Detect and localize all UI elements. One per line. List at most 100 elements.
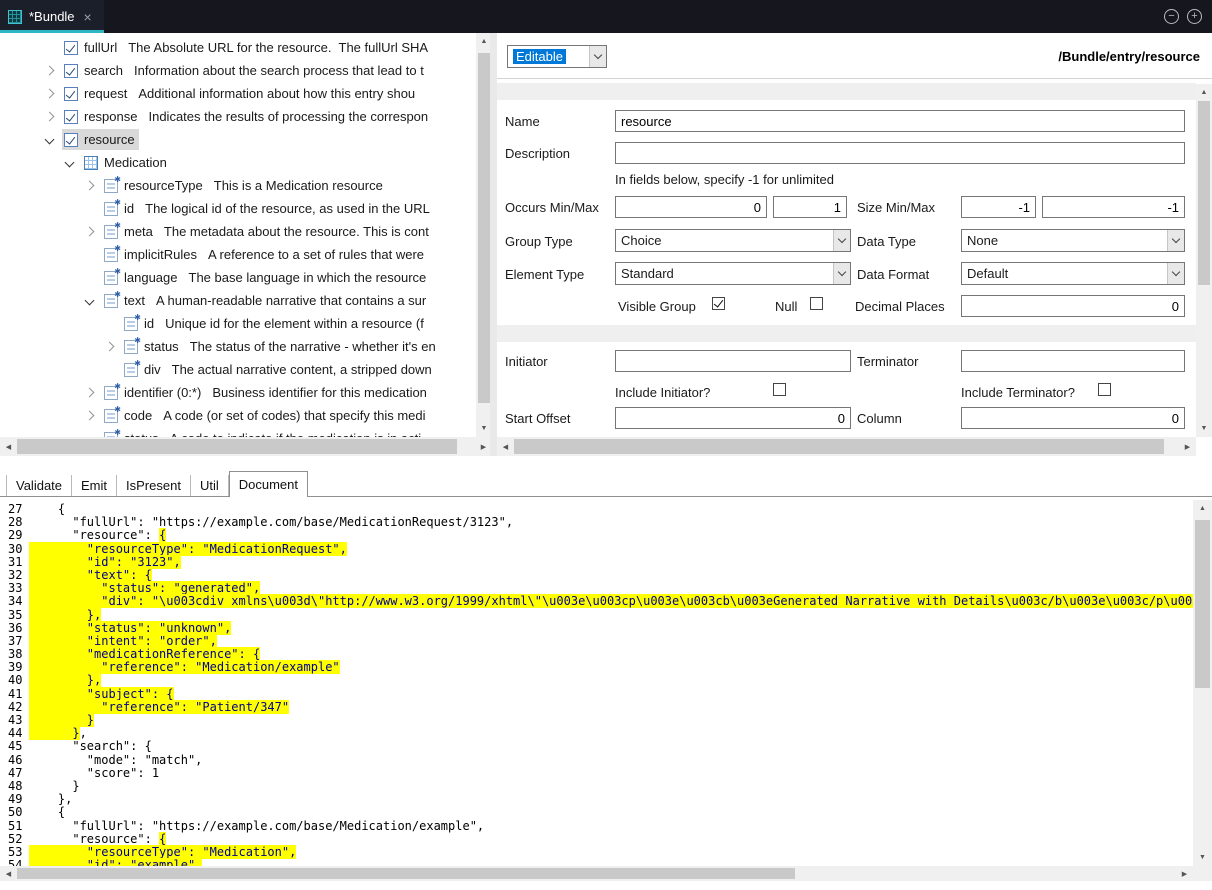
terminator-input[interactable] xyxy=(961,350,1185,372)
scroll-left-icon[interactable]: ◀ xyxy=(497,437,514,456)
json-document[interactable]: 27 {28 "fullUrl": "https://example.com/b… xyxy=(0,503,1193,866)
chevron-expanded-icon[interactable] xyxy=(65,158,75,168)
scroll-thumb[interactable] xyxy=(1195,520,1210,688)
scroll-down-icon[interactable]: ▼ xyxy=(1196,420,1212,437)
props-vertical-scrollbar[interactable]: ▲ ▼ xyxy=(1196,84,1212,437)
document-tab-bundle[interactable]: *Bundle × xyxy=(0,0,104,33)
scroll-thumb[interactable] xyxy=(17,439,457,454)
scroll-thumb[interactable] xyxy=(1198,101,1210,285)
tree-item-identifier-0[interactable]: identifier (0:*)Business identifier for … xyxy=(0,381,476,404)
tree-item-implicitrules[interactable]: implicitRulesA reference to a set of rul… xyxy=(0,243,476,266)
tree-item-medication[interactable]: Medication xyxy=(0,151,476,174)
scroll-up-icon[interactable]: ▲ xyxy=(1196,84,1212,101)
tree-item-target[interactable]: request xyxy=(62,83,131,104)
scroll-thumb[interactable] xyxy=(514,439,1164,454)
scroll-left-icon[interactable]: ◀ xyxy=(0,437,17,456)
tree-item-target[interactable]: response xyxy=(62,106,141,127)
tree-item-code[interactable]: codeA code (or set of codes) that specif… xyxy=(0,404,476,427)
tree-item-status[interactable]: statusThe status of the narrative - whet… xyxy=(0,335,476,358)
scroll-thumb[interactable] xyxy=(478,53,490,403)
chevron-collapsed-icon[interactable] xyxy=(45,89,55,99)
tree-item-target[interactable]: div xyxy=(122,359,165,380)
visible-group-checkbox[interactable] xyxy=(712,297,725,310)
size-min-input[interactable] xyxy=(961,196,1036,218)
occurs-min-input[interactable] xyxy=(615,196,767,218)
tree-item-id[interactable]: idThe logical id of the resource, as use… xyxy=(0,197,476,220)
tree-item-meta[interactable]: metaThe metadata about the resource. Thi… xyxy=(0,220,476,243)
tab-ispresent[interactable]: IsPresent xyxy=(117,475,191,496)
data-format-select[interactable]: Default xyxy=(961,262,1185,285)
chevron-collapsed-icon[interactable] xyxy=(85,388,95,398)
chevron-collapsed-icon[interactable] xyxy=(45,112,55,122)
scroll-down-icon[interactable]: ▼ xyxy=(1193,849,1212,866)
scroll-thumb[interactable] xyxy=(17,868,795,879)
tree-item-text[interactable]: textA human-readable narrative that cont… xyxy=(0,289,476,312)
tree-item-id[interactable]: idUnique id for the element within a res… xyxy=(0,312,476,335)
tree-item-target[interactable]: meta xyxy=(102,221,157,242)
tree-horizontal-scrollbar[interactable]: ◀ ▶ xyxy=(0,437,492,456)
scroll-left-icon[interactable]: ◀ xyxy=(0,866,17,881)
tree-item-fullurl[interactable]: fullUrlThe Absolute URL for the resource… xyxy=(0,36,476,59)
tree-item-resourcetype[interactable]: resourceTypeThis is a Medication resourc… xyxy=(0,174,476,197)
chevron-collapsed-icon[interactable] xyxy=(105,342,115,352)
null-checkbox[interactable] xyxy=(810,297,823,310)
tab-emit[interactable]: Emit xyxy=(72,475,117,496)
tree-item-target[interactable]: resource xyxy=(62,129,139,150)
scroll-right-icon[interactable]: ▶ xyxy=(1176,866,1193,881)
close-tab-icon[interactable]: × xyxy=(84,10,92,24)
start-offset-input[interactable] xyxy=(615,407,851,429)
include-terminator-checkbox[interactable] xyxy=(1098,383,1111,396)
tab-util[interactable]: Util xyxy=(191,475,229,496)
tree-item-target[interactable]: identifier (0:*) xyxy=(102,382,205,403)
column-input[interactable] xyxy=(961,407,1185,429)
edit-mode-select[interactable]: Editable xyxy=(507,45,607,68)
tree-item-target[interactable]: language xyxy=(102,267,182,288)
chevron-collapsed-icon[interactable] xyxy=(45,66,55,76)
tree-item-status[interactable]: statusA code to indicate if the medicati… xyxy=(0,427,476,437)
tree-item-target[interactable]: search xyxy=(62,60,127,81)
tree-item-target[interactable]: id xyxy=(122,313,158,334)
tree-item-target[interactable]: status xyxy=(122,336,183,357)
chevron-expanded-icon[interactable] xyxy=(85,296,95,306)
chevron-expanded-icon[interactable] xyxy=(45,135,55,145)
tree-item-target[interactable]: id xyxy=(102,198,138,219)
code-horizontal-scrollbar[interactable]: ◀ ▶ xyxy=(0,866,1193,881)
tree-item-div[interactable]: divThe actual narrative content, a strip… xyxy=(0,358,476,381)
plus-circle-button[interactable]: + xyxy=(1187,9,1202,24)
initiator-input[interactable] xyxy=(615,350,851,372)
group-type-select[interactable]: Choice xyxy=(615,229,851,252)
chevron-collapsed-icon[interactable] xyxy=(85,227,95,237)
tree-item-language[interactable]: languageThe base language in which the r… xyxy=(0,266,476,289)
tree-item-resource[interactable]: resource xyxy=(0,128,476,151)
minus-circle-button[interactable]: − xyxy=(1164,9,1179,24)
size-max-input[interactable] xyxy=(1042,196,1185,218)
description-input[interactable] xyxy=(615,142,1185,164)
chevron-collapsed-icon[interactable] xyxy=(85,411,95,421)
tree-item-request[interactable]: requestAdditional information about how … xyxy=(0,82,476,105)
tree-item-target[interactable]: implicitRules xyxy=(102,244,201,265)
decimal-places-input[interactable] xyxy=(961,295,1185,317)
panel-divider[interactable] xyxy=(490,33,497,456)
tree-item-target[interactable]: text xyxy=(102,290,149,311)
tab-validate[interactable]: Validate xyxy=(6,475,72,496)
props-horizontal-scrollbar[interactable]: ◀ ▶ xyxy=(497,437,1196,456)
scroll-up-icon[interactable]: ▲ xyxy=(1193,500,1212,517)
tree-item-target[interactable]: status xyxy=(102,428,163,437)
code-vertical-scrollbar[interactable]: ▲ ▼ xyxy=(1193,500,1212,866)
occurs-max-input[interactable] xyxy=(773,196,847,218)
include-initiator-checkbox[interactable] xyxy=(773,383,786,396)
tree-item-label: language xyxy=(124,270,178,285)
data-type-select[interactable]: None xyxy=(961,229,1185,252)
tab-document[interactable]: Document xyxy=(229,471,308,497)
element-type-select[interactable]: Standard xyxy=(615,262,851,285)
tree-item-target[interactable]: Medication xyxy=(82,152,171,173)
tree-item-label: Medication xyxy=(104,155,167,170)
name-input[interactable] xyxy=(615,110,1185,132)
tree-item-search[interactable]: searchInformation about the search proce… xyxy=(0,59,476,82)
tree-item-target[interactable]: resourceType xyxy=(102,175,207,196)
chevron-collapsed-icon[interactable] xyxy=(85,181,95,191)
tree-item-target[interactable]: code xyxy=(102,405,156,426)
tree-item-response[interactable]: responseIndicates the results of process… xyxy=(0,105,476,128)
scroll-right-icon[interactable]: ▶ xyxy=(1179,437,1196,456)
tree-item-target[interactable]: fullUrl xyxy=(62,37,121,58)
